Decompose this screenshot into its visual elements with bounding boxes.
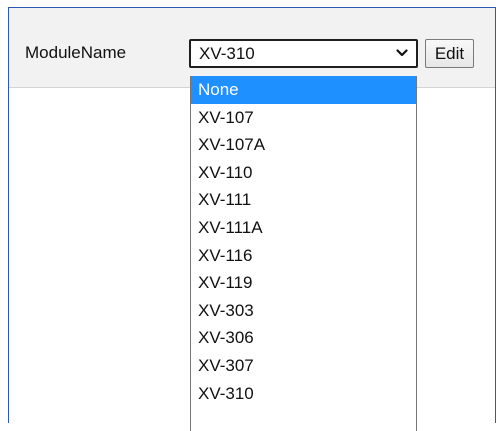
edit-button[interactable]: Edit bbox=[425, 39, 474, 68]
dropdown-option-xv-110[interactable]: XV-110 bbox=[191, 159, 416, 187]
dropdown-option-xv-107a[interactable]: XV-107A bbox=[191, 131, 416, 159]
dropdown-option-xv-306[interactable]: XV-306 bbox=[191, 324, 416, 352]
dropdown-option-xv-111[interactable]: XV-111 bbox=[191, 186, 416, 214]
dropdown-option-xv-303[interactable]: XV-303 bbox=[191, 297, 416, 325]
dropdown-option-xv-119[interactable]: XV-119 bbox=[191, 269, 416, 297]
dropdown-option-xv-116[interactable]: XV-116 bbox=[191, 242, 416, 270]
dropdown-option-xv-307[interactable]: XV-307 bbox=[191, 352, 416, 380]
dropdown-option-xv-111a[interactable]: XV-111A bbox=[191, 214, 416, 242]
module-name-select[interactable]: XV-310 bbox=[189, 39, 418, 68]
chevron-down-icon bbox=[396, 49, 408, 57]
dropdown-option-xv-107[interactable]: XV-107 bbox=[191, 104, 416, 132]
selected-module-value: XV-310 bbox=[199, 44, 255, 63]
module-name-label: ModuleName bbox=[25, 43, 127, 62]
dropdown-option-none[interactable]: None bbox=[191, 76, 416, 104]
dropdown-option-xv-310[interactable]: XV-310 bbox=[191, 380, 416, 408]
page-frame: ModuleName XV-310 Edit None XV-107 XV-10… bbox=[8, 7, 496, 431]
module-name-dropdown[interactable]: None XV-107 XV-107A XV-110 XV-111 XV-111… bbox=[190, 76, 417, 431]
